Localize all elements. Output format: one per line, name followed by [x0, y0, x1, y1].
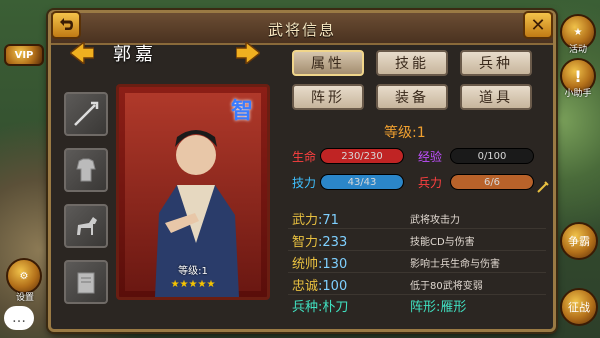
attr-desc: 影响士兵生命与伤害 — [410, 259, 500, 270]
attr-row-leadership: 统帅:130 影响士兵生命与伤害 — [288, 252, 546, 273]
tab-label: 道具 — [479, 90, 513, 106]
chat-button[interactable]: … — [4, 306, 34, 330]
attr-name: 忠诚:100 — [292, 279, 348, 294]
attr-name: 武力:71 — [292, 213, 339, 228]
chat-icon: … — [12, 310, 26, 326]
settings-label: 设置 — [15, 293, 34, 303]
weapon-slot[interactable] — [64, 92, 108, 136]
exclamation-icon: ! — [574, 66, 582, 86]
attr-row-intelligence: 智力:233 技能CD与伤害 — [288, 230, 546, 251]
hp-bar: 230/230 — [320, 148, 404, 164]
armor-slot[interactable] — [64, 148, 108, 192]
book-slot[interactable] — [64, 260, 108, 304]
star-icon: ★ — [206, 279, 216, 290]
back-arrow-icon — [60, 18, 73, 30]
attr-desc: 武将攻击力 — [410, 215, 460, 226]
back-button[interactable] — [51, 11, 81, 39]
troops-value: 6/6 — [483, 176, 501, 188]
star-rating: ★★★★★ — [119, 272, 267, 291]
tab-label: 阵形 — [311, 90, 345, 106]
gift-icon: ★ — [573, 26, 583, 38]
tab-troops[interactable]: 兵种 — [460, 50, 532, 76]
hp-label: 生命 — [292, 150, 317, 164]
skill-label: 技力 — [292, 176, 317, 190]
hp-value: 230/230 — [341, 150, 383, 162]
level-text: 等级:1 — [384, 125, 426, 141]
helper-label: 小助手 — [564, 89, 592, 99]
attr-name: 智力:233 — [292, 235, 348, 250]
tab-label: 兵种 — [479, 56, 513, 72]
attr-desc: 技能CD与伤害 — [410, 237, 475, 248]
skill-bar: 43/43 — [320, 174, 404, 190]
next-hero-arrow-icon[interactable] — [236, 42, 260, 64]
intelligence-badge: 智 — [231, 99, 254, 124]
formation-type: 阵形:雁形 — [410, 300, 467, 315]
tab-items[interactable]: 道具 — [460, 84, 532, 110]
troop-type: 兵种:朴刀 — [292, 300, 349, 315]
exp-value: 0/100 — [477, 150, 507, 162]
attr-row-strength: 武力:71 武将攻击力 — [288, 208, 546, 229]
tab-skills[interactable]: 技能 — [376, 50, 448, 76]
attr-name: 统帅:130 — [292, 257, 348, 272]
spear-icon — [74, 101, 99, 126]
vip-button[interactable]: VIP — [4, 44, 44, 66]
tab-label: 技能 — [395, 56, 429, 72]
attr-desc: 低于80武将变弱 — [410, 281, 483, 292]
attr-row-loyalty: 忠诚:100 低于80武将变弱 — [288, 274, 546, 295]
book-icon — [77, 272, 95, 294]
troops-label: 兵力 — [418, 176, 443, 190]
hero-portrait: 智 等级:1 ★★★★★ — [116, 84, 270, 300]
tab-equipment[interactable]: 装备 — [376, 84, 448, 110]
horse-icon — [77, 217, 97, 235]
window-title: 武将信息 — [267, 21, 336, 39]
event-label: 活动 — [568, 45, 587, 55]
settings-button[interactable]: ⚙ — [6, 258, 42, 294]
battle-label: 争霸 — [568, 235, 590, 248]
vip-label: VIP — [14, 49, 34, 61]
close-button[interactable]: ✕ — [523, 11, 553, 39]
skill-value: 43/43 — [347, 176, 377, 188]
star-icon: ★ — [170, 279, 180, 290]
hero-name: 郭嘉 — [113, 44, 157, 65]
gear-icon: ⚙ — [19, 270, 29, 282]
tab-label: 属性 — [311, 56, 345, 72]
mount-slot[interactable] — [64, 204, 108, 248]
armor-icon — [76, 158, 96, 182]
war-button[interactable]: 征战 — [560, 288, 598, 326]
close-icon: ✕ — [530, 14, 546, 36]
tab-formation[interactable]: 阵形 — [292, 84, 364, 110]
star-icon: ★ — [179, 279, 189, 290]
exp-bar: 0/100 — [450, 148, 534, 164]
battle-button[interactable]: 争霸 — [560, 222, 598, 260]
tab-label: 装备 — [395, 90, 429, 106]
war-label: 征战 — [568, 301, 590, 314]
troops-bar: 6/6 — [450, 174, 534, 190]
tab-attributes[interactable]: 属性 — [292, 50, 364, 76]
sword-icon — [537, 181, 549, 193]
exp-label: 经验 — [418, 150, 443, 164]
